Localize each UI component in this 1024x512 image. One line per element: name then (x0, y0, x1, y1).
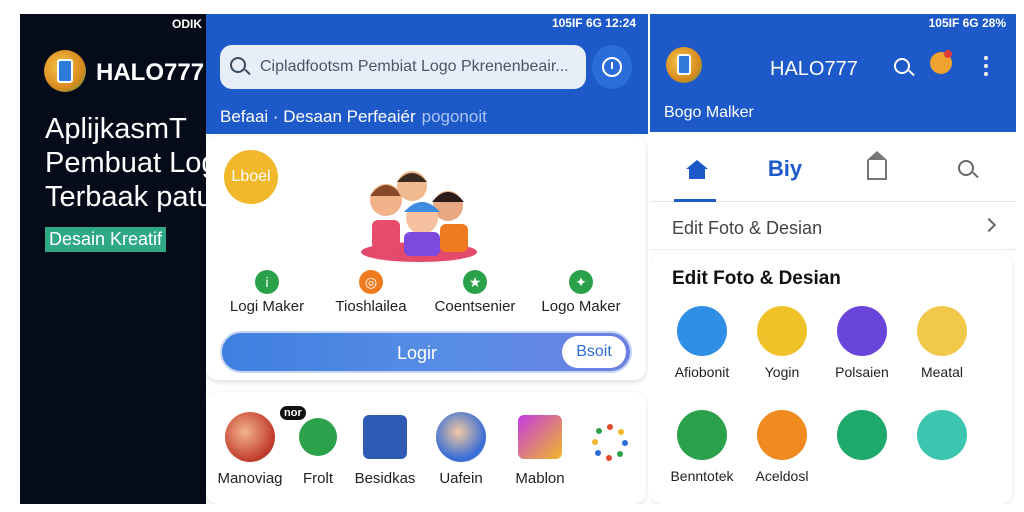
breadcrumb-secondary[interactable]: pogonoit (422, 107, 487, 126)
clock-icon (602, 57, 622, 77)
app-label: Benntotek (670, 468, 734, 484)
play-icon (677, 306, 727, 356)
row-label: Edit Foto & Desian (672, 218, 823, 238)
hero-illustration (361, 171, 477, 262)
status-bar: 105IF 6G 12:24 (551, 16, 636, 30)
tab-bar: Biy (650, 138, 1016, 202)
app-label: Yogin (764, 364, 800, 380)
home-icon (686, 160, 708, 179)
apps-card: nor Manoviag Frolt Besidkas Uafein Mablo… (206, 392, 646, 504)
tool-item[interactable]: ★ Coentsenier (420, 270, 530, 315)
app-icon (757, 306, 807, 356)
tab-house[interactable] (832, 138, 922, 202)
chevron-right-icon (981, 217, 997, 233)
breadcrumb: Befaai · Desaan Perfeaiér pogonoit (220, 107, 487, 127)
star-icon: ✦ (569, 270, 593, 294)
info-icon: i (255, 270, 279, 294)
history-button[interactable] (592, 45, 632, 89)
search-icon[interactable] (894, 58, 910, 74)
app-logo-icon[interactable] (666, 47, 702, 83)
app-label: Aceldosl (755, 468, 809, 484)
chat-icon: ◎ (359, 270, 383, 294)
search-bar[interactable]: Cipladfootsm Pembiat Logo Pkrenenbeair..… (220, 45, 586, 89)
app-title: HALO777 (770, 58, 858, 80)
breadcrumb-primary[interactable]: Befaai · Desaan Perfeaiér (220, 107, 416, 126)
headline-line: Terbaak patu (45, 181, 206, 213)
face-icon (757, 410, 807, 460)
app-item[interactable]: Yogin (740, 306, 824, 380)
tool-label: Logi Maker (229, 298, 305, 315)
promo-tag: Desain Kreatif (45, 227, 167, 252)
dots-icon[interactable] (590, 422, 630, 462)
app-item[interactable] (900, 410, 984, 468)
tool-item[interactable]: ◎ Tioshlailea (316, 270, 426, 315)
tool-item[interactable]: i Logi Maker (212, 270, 322, 315)
search-icon (230, 57, 246, 73)
edit-row[interactable]: Edit Foto & Desian (650, 206, 1016, 250)
app-item[interactable]: Uafein (421, 412, 501, 487)
app-item[interactable]: Mablon (500, 412, 580, 487)
top-app-bar: 105IF 6G 28% HALO777 Bogo Malker (650, 14, 1016, 132)
avatar[interactable] (930, 50, 952, 74)
promo-headline: AplijkasmT Pembuat Log Terbaak patu (45, 112, 206, 214)
app-item[interactable]: Aceldosl (740, 410, 824, 484)
tab-text[interactable]: Biy (740, 138, 830, 202)
app-label: Meatal (920, 364, 964, 380)
app-icon (518, 415, 562, 459)
tool-label: Tioshlailea (335, 298, 407, 315)
app-item[interactable]: Besidkas (345, 412, 425, 487)
app-icon (677, 410, 727, 460)
app-item[interactable]: Meatal (900, 306, 984, 380)
editor-panel: 105IF 6G 28% HALO777 Bogo Malker Biy Edi… (650, 14, 1016, 504)
tool-item[interactable]: ✦ Logo Maker (526, 270, 636, 315)
headline-line: AplijkasmT (45, 113, 187, 145)
status-bar: ODIK (172, 17, 202, 31)
more-icon[interactable] (984, 56, 988, 76)
search-input[interactable]: Cipladfootsm Pembiat Logo Pkrenenbeair..… (260, 58, 569, 76)
app-label: Mablon (515, 470, 565, 487)
app-item[interactable]: Benntotek (660, 410, 744, 484)
feature-card: Lboel i Logi Maker ◎ Tioshlailea ★ Coent… (206, 136, 646, 380)
tab-search[interactable] (922, 138, 1012, 202)
tool-row: i Logi Maker ◎ Tioshlailea ★ Coentsenier… (206, 270, 646, 320)
app-label: Afiobonit (674, 364, 730, 380)
login-button[interactable]: Logir Bsoit (220, 331, 632, 373)
app-icon (837, 410, 887, 460)
top-app-bar: 105IF 6G 12:24 Cipladfootsm Pembiat Logo… (206, 14, 648, 134)
app-item[interactable]: Polsaien (820, 306, 904, 380)
edit-section: Edit Foto & Desian Afiobonit Yogin Polsa… (650, 254, 1012, 504)
promo-panel: ODIK HALO777 AplijkasmT Pembuat Log Terb… (20, 14, 206, 504)
brand-name: HALO777 (96, 59, 205, 86)
app-icon (225, 412, 275, 462)
star-icon: ★ (463, 270, 487, 294)
home-screen-panel: 105IF 6G 12:24 Cipladfootsm Pembiat Logo… (206, 14, 648, 504)
login-label: Logir (396, 343, 438, 363)
search-icon (958, 160, 974, 176)
app-label: Besidkas (354, 470, 416, 487)
app-icon (436, 412, 486, 462)
logo-badge[interactable]: Lboel (224, 150, 278, 204)
headline-line: Pembuat Log (45, 147, 206, 179)
status-bar: 105IF 6G 28% (928, 16, 1006, 30)
app-icon (299, 418, 337, 456)
app-item[interactable] (820, 410, 904, 468)
app-logo-icon (44, 50, 86, 92)
tab-home[interactable] (650, 138, 740, 202)
tab-label: Biy (767, 156, 803, 181)
check-icon (837, 306, 887, 356)
app-label: Polsaien (835, 364, 889, 380)
app-subtitle: Bogo Malker (664, 104, 754, 121)
tool-label: Coentsenier (434, 298, 516, 315)
app-store-screenshot: ODIK HALO777 AplijkasmT Pembuat Log Terb… (0, 0, 1024, 512)
tool-label: Logo Maker (541, 298, 621, 315)
app-label: Uafein (439, 470, 483, 487)
login-pill-button[interactable]: Bsoit (562, 336, 626, 368)
app-item[interactable]: Afiobonit (660, 306, 744, 380)
app-icon (917, 306, 967, 356)
app-icon (363, 415, 407, 459)
section-title: Edit Foto & Desian (672, 268, 841, 289)
house-icon (867, 151, 887, 180)
heart-icon (917, 410, 967, 460)
